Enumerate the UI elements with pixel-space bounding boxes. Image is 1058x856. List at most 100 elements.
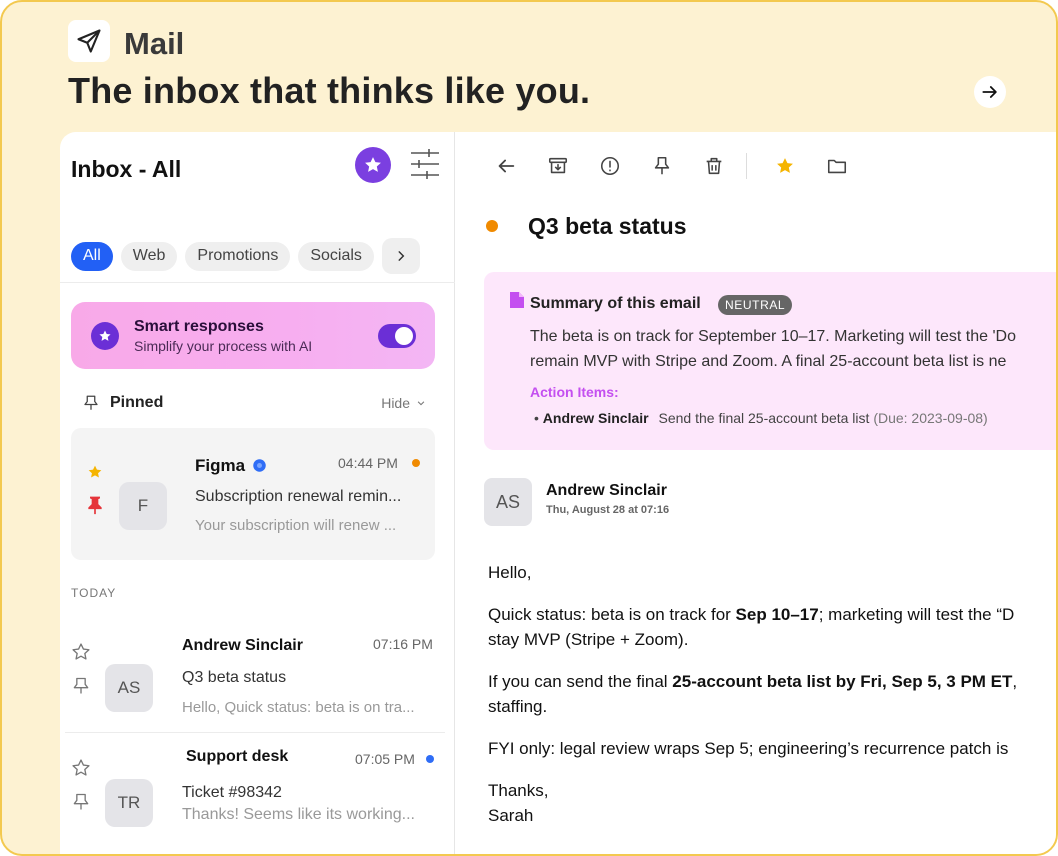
unread-dot bbox=[426, 755, 434, 763]
inbox-pane: Inbox - All All Web Promotions Socials S… bbox=[60, 132, 455, 854]
message-subject: Q3 beta status bbox=[528, 213, 687, 239]
document-icon bbox=[510, 292, 524, 308]
body-paragraph: FYI only: legal review wraps Sep 5; engi… bbox=[488, 739, 1009, 758]
filter-settings-button[interactable] bbox=[409, 148, 441, 180]
hide-pinned-button[interactable]: Hide bbox=[381, 395, 426, 411]
email-time: 07:16 PM bbox=[373, 636, 433, 652]
starred-button[interactable] bbox=[355, 147, 391, 183]
body-text: ; marketing will test the “D bbox=[818, 605, 1015, 624]
email-subject: Ticket #98342 bbox=[182, 784, 282, 801]
folder-icon bbox=[827, 159, 847, 174]
pin-outline-icon[interactable] bbox=[71, 675, 91, 697]
pin-outline-icon[interactable] bbox=[71, 791, 91, 813]
inbox-title: Inbox - All bbox=[71, 156, 182, 182]
pin-button[interactable] bbox=[648, 152, 676, 180]
email-preview: Your subscription will renew ... bbox=[195, 517, 397, 534]
filter-socials[interactable]: Socials bbox=[298, 241, 374, 271]
email-row[interactable]: AS Andrew Sinclair 07:16 PM Q3 beta stat… bbox=[60, 622, 455, 732]
pinned-label: Pinned bbox=[110, 394, 164, 411]
message-pane: Q3 beta status Summary of this email NEU… bbox=[456, 132, 1056, 854]
sparkle-star-icon bbox=[91, 322, 119, 350]
message-body: Hello, Quick status: beta is on track fo… bbox=[488, 560, 1056, 828]
body-text: If you can send the final bbox=[488, 672, 673, 691]
archive-button[interactable] bbox=[544, 152, 572, 180]
divider bbox=[65, 732, 445, 733]
pin-outline-icon bbox=[84, 395, 98, 410]
report-button[interactable] bbox=[596, 152, 624, 180]
verified-badge-icon bbox=[253, 459, 266, 472]
chevron-down-icon bbox=[417, 401, 425, 406]
pinned-header: Pinned Hide bbox=[82, 394, 426, 412]
arrow-right-icon bbox=[982, 86, 997, 98]
sliders-icon bbox=[411, 149, 439, 179]
ai-summary-card: Summary of this email NEUTRAL The beta i… bbox=[484, 272, 1056, 450]
smart-responses-card: Smart responses Simplify your process wi… bbox=[71, 302, 435, 369]
alert-circle-icon bbox=[600, 156, 620, 176]
filter-all[interactable]: All bbox=[71, 241, 113, 271]
body-text: , bbox=[1012, 672, 1018, 691]
summary-title: Summary of this email bbox=[530, 295, 701, 312]
unread-dot bbox=[412, 459, 420, 467]
app-name: Mail bbox=[124, 26, 185, 61]
pinned-email-card[interactable]: F Figma 04:44 PM Subscription renewal re… bbox=[71, 428, 435, 560]
star-filled-icon bbox=[777, 158, 793, 173]
sender-name: Support desk bbox=[186, 748, 289, 765]
filter-chips: All Web Promotions Socials bbox=[71, 238, 420, 274]
body-closing: Thanks, bbox=[488, 781, 549, 800]
filter-promotions[interactable]: Promotions bbox=[185, 241, 291, 271]
summary-line: The beta is on track for September 10–17… bbox=[530, 328, 1016, 345]
promo-frame: Mail The inbox that thinks like you. Inb… bbox=[0, 0, 1058, 856]
divider bbox=[60, 282, 455, 283]
body-bold: 25-account beta list by Fri, Sep 5, 3 PM… bbox=[672, 672, 1013, 691]
avatar: F bbox=[119, 482, 167, 530]
smart-responses-toggle[interactable] bbox=[378, 324, 416, 348]
star-outline-icon[interactable] bbox=[71, 642, 91, 662]
pin-filled-icon[interactable] bbox=[85, 494, 105, 516]
action-text: Send the final 25-account beta list bbox=[658, 410, 870, 426]
message-toolbar bbox=[492, 152, 875, 180]
email-row[interactable]: TR Support desk 07:05 PM Ticket #98342 T… bbox=[60, 736, 455, 846]
arrow-left-icon bbox=[498, 159, 515, 173]
move-to-folder-button[interactable] bbox=[823, 152, 851, 180]
sender-name: Figma bbox=[195, 456, 246, 475]
action-item: • Andrew Sinclair Send the final 25-acco… bbox=[534, 410, 988, 426]
star-filled-icon[interactable] bbox=[87, 464, 103, 480]
body-greeting: Hello, bbox=[488, 563, 532, 582]
body-paragraph: If you can send the final 25-account bet… bbox=[488, 669, 1056, 719]
avatar: AS bbox=[105, 664, 153, 712]
email-time: 07:05 PM bbox=[355, 751, 415, 767]
star-button[interactable] bbox=[771, 152, 799, 180]
delete-button[interactable] bbox=[700, 152, 728, 180]
star-outline-icon[interactable] bbox=[71, 758, 91, 778]
body-bold: Sep 10–17 bbox=[735, 605, 819, 624]
section-today: TODAY bbox=[71, 586, 117, 600]
body-signature: Sarah bbox=[488, 806, 534, 825]
sender-name: Andrew Sinclair bbox=[182, 637, 303, 654]
back-button[interactable] bbox=[492, 152, 520, 180]
star-icon bbox=[365, 157, 381, 172]
smart-responses-title: Smart responses bbox=[134, 318, 264, 335]
mail-window: Inbox - All All Web Promotions Socials S… bbox=[60, 132, 1056, 854]
smart-responses-subtitle: Simplify your process with AI bbox=[134, 338, 313, 354]
avatar: TR bbox=[105, 779, 153, 827]
action-assignee: Andrew Sinclair bbox=[542, 410, 649, 426]
email-preview: Hello, Quick status: beta is on tra... bbox=[182, 699, 415, 716]
filters-next-button[interactable] bbox=[381, 238, 420, 274]
sentiment-badge: NEUTRAL bbox=[718, 295, 793, 315]
chevron-right-icon bbox=[398, 251, 405, 261]
bullet: • bbox=[534, 410, 539, 426]
message-date: Thu, August 28 at 07:16 bbox=[546, 504, 670, 516]
action-due: (Due: 2023-09-08) bbox=[873, 410, 988, 426]
summary-text: The beta is on track for September 10–17… bbox=[530, 324, 1056, 374]
filter-web[interactable]: Web bbox=[120, 241, 178, 271]
action-items-title: Action Items: bbox=[530, 384, 619, 400]
sender-avatar: AS bbox=[484, 478, 532, 526]
body-text: Quick status: beta is on track for bbox=[488, 605, 736, 624]
arrow-right-button[interactable] bbox=[974, 76, 1006, 108]
body-text: staffing. bbox=[488, 697, 548, 716]
body-paragraph: Quick status: beta is on track for Sep 1… bbox=[488, 602, 1056, 652]
body-text: stay MVP (Stripe + Zoom). bbox=[488, 630, 689, 649]
trash-icon bbox=[706, 157, 722, 175]
tagline: The inbox that thinks like you. bbox=[68, 70, 591, 111]
send-icon bbox=[68, 20, 110, 62]
